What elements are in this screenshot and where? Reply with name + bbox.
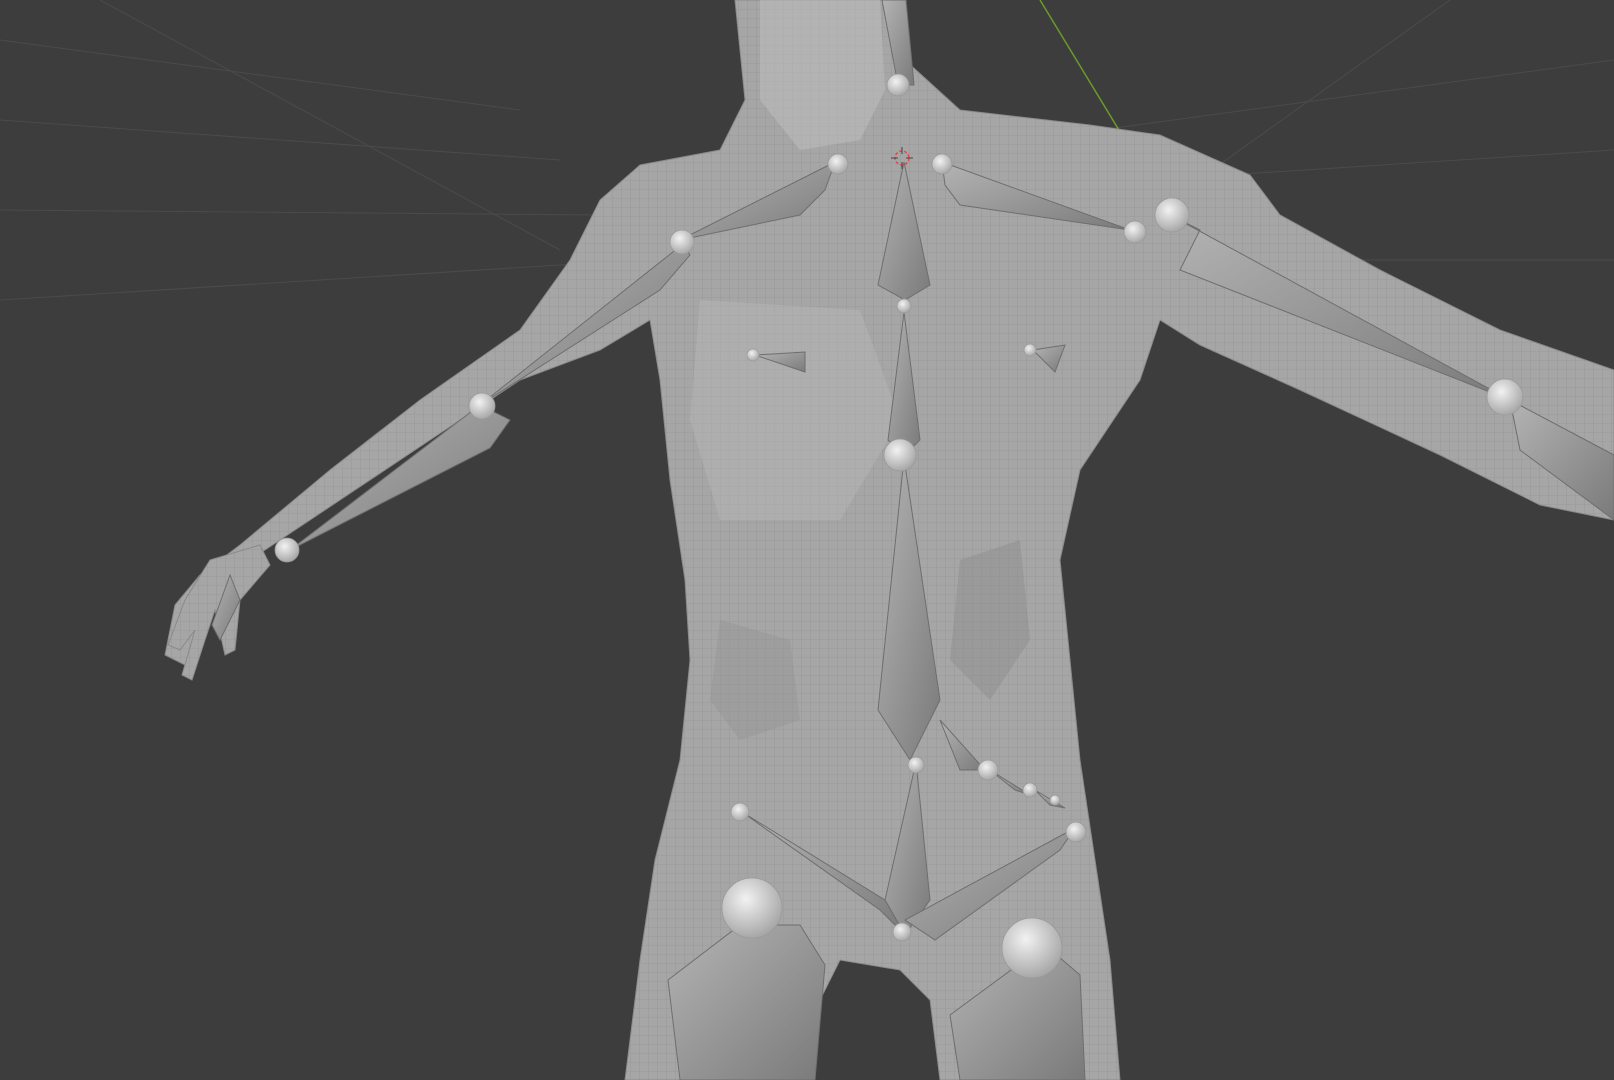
- joint-breast-left[interactable]: [746, 348, 760, 362]
- joint-tail-3[interactable]: [1049, 794, 1061, 806]
- joint-neck[interactable]: [886, 73, 910, 97]
- joint-hip-left-tip[interactable]: [730, 802, 750, 822]
- joint-pelvis[interactable]: [892, 922, 912, 942]
- joint-hip-right-tip[interactable]: [1065, 821, 1087, 843]
- joint-hip-left[interactable]: [721, 877, 783, 939]
- joint-wrist-left[interactable]: [274, 537, 300, 563]
- joint-tail-2[interactable]: [1022, 782, 1038, 798]
- joint-spine-low[interactable]: [907, 756, 925, 774]
- joint-hip-right[interactable]: [1001, 917, 1063, 979]
- viewport-canvas[interactable]: [0, 0, 1614, 1080]
- joint-upperarm-right[interactable]: [1154, 197, 1190, 233]
- joint-tail-1[interactable]: [977, 759, 999, 781]
- joint-elbow-left[interactable]: [468, 392, 496, 420]
- joint-elbow-right[interactable]: [1486, 378, 1524, 416]
- joint-spine-mid[interactable]: [883, 438, 917, 472]
- joint-shoulder-right[interactable]: [1123, 220, 1147, 244]
- joint-clavicle-left[interactable]: [827, 153, 849, 175]
- 3d-viewport[interactable]: [0, 0, 1614, 1080]
- joint-shoulder-left[interactable]: [669, 229, 695, 255]
- joint-chest-end[interactable]: [896, 298, 912, 314]
- joint-clavicle-right[interactable]: [931, 153, 953, 175]
- joint-breast-right[interactable]: [1023, 343, 1037, 357]
